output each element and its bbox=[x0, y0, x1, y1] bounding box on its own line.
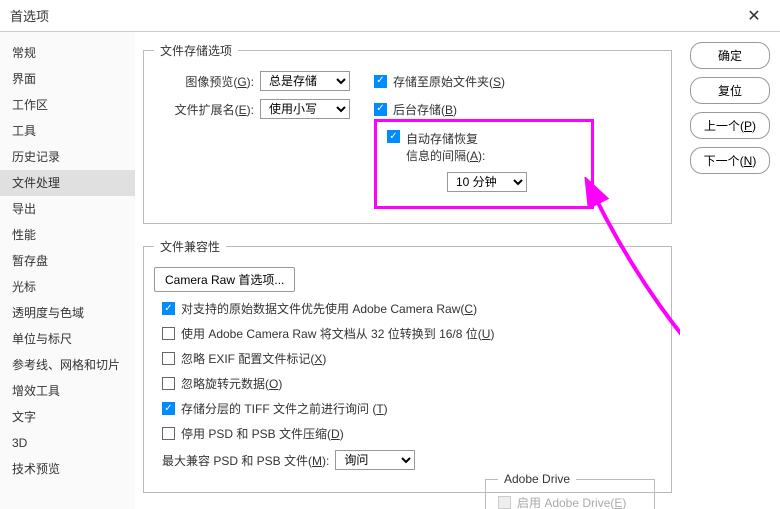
sidebar-item-4[interactable]: 历史记录 bbox=[0, 144, 135, 170]
sidebar-item-15[interactable]: 3D bbox=[0, 430, 135, 456]
image-preview-select[interactable]: 总是存储 bbox=[260, 71, 350, 91]
sidebar-item-11[interactable]: 单位与标尺 bbox=[0, 326, 135, 352]
ignore-rotation-checkbox[interactable] bbox=[162, 377, 175, 390]
save-original-folder-label: 存储至原始文件夹(S) bbox=[393, 73, 505, 90]
close-icon[interactable]: ✕ bbox=[738, 6, 770, 26]
enable-adobe-drive-label: 启用 Adobe Drive(E) bbox=[517, 494, 626, 509]
file-extension-label: 文件扩展名(E): bbox=[154, 101, 254, 118]
file-extension-select[interactable]: 使用小写 bbox=[260, 99, 350, 119]
sidebar-item-6[interactable]: 导出 bbox=[0, 196, 135, 222]
prefer-acr-label: 对支持的原始数据文件优先使用 Adobe Camera Raw(C) bbox=[181, 300, 477, 317]
ignore-exif-checkbox[interactable] bbox=[162, 352, 175, 365]
ask-layered-tiff-checkbox[interactable]: ✓ bbox=[162, 402, 175, 415]
disable-compression-checkbox[interactable] bbox=[162, 427, 175, 440]
sidebar-item-5[interactable]: 文件处理 bbox=[0, 170, 135, 196]
next-button[interactable]: 下一个(N) bbox=[690, 147, 770, 174]
auto-save-interval-select[interactable]: 10 分钟 bbox=[447, 172, 527, 192]
sidebar-item-13[interactable]: 增效工具 bbox=[0, 378, 135, 404]
auto-save-recovery-checkbox[interactable]: ✓ bbox=[387, 130, 400, 143]
image-preview-label: 图像预览(G): bbox=[154, 73, 254, 90]
sidebar: 常规界面工作区工具历史记录文件处理导出性能暂存盘光标透明度与色域单位与标尺参考线… bbox=[0, 32, 135, 509]
background-save-label: 后台存储(B) bbox=[393, 101, 457, 118]
sidebar-item-7[interactable]: 性能 bbox=[0, 222, 135, 248]
sidebar-item-0[interactable]: 常规 bbox=[0, 40, 135, 66]
main-panel: 文件存储选项 图像预览(G): 总是存储 ✓ 存储至原始文件夹(S) 文件扩展名… bbox=[135, 32, 680, 509]
camera-raw-prefs-button[interactable]: Camera Raw 首选项... bbox=[154, 267, 295, 292]
file-save-options-group: 文件存储选项 图像预览(G): 总是存储 ✓ 存储至原始文件夹(S) 文件扩展名… bbox=[143, 42, 672, 224]
save-original-folder-checkbox[interactable]: ✓ bbox=[374, 75, 387, 88]
auto-save-recovery-label: 自动存储恢复 信息的间隔(A): bbox=[406, 130, 485, 164]
sidebar-item-3[interactable]: 工具 bbox=[0, 118, 135, 144]
acr-32-to-16-checkbox[interactable] bbox=[162, 327, 175, 340]
prev-button[interactable]: 上一个(P) bbox=[690, 112, 770, 139]
ignore-rotation-label: 忽略旋转元数据(O) bbox=[181, 375, 282, 392]
background-save-checkbox[interactable]: ✓ bbox=[374, 103, 387, 116]
window-title: 首选项 bbox=[10, 6, 49, 25]
file-compatibility-group: 文件兼容性 Camera Raw 首选项... ✓ 对支持的原始数据文件优先使用 … bbox=[143, 238, 672, 493]
auto-save-highlight: ✓ 自动存储恢复 信息的间隔(A): 10 分钟 bbox=[374, 119, 594, 209]
enable-adobe-drive-checkbox bbox=[498, 496, 511, 509]
sidebar-item-1[interactable]: 界面 bbox=[0, 66, 135, 92]
max-compat-label: 最大兼容 PSD 和 PSB 文件(M): bbox=[162, 452, 329, 469]
sidebar-item-12[interactable]: 参考线、网格和切片 bbox=[0, 352, 135, 378]
sidebar-item-9[interactable]: 光标 bbox=[0, 274, 135, 300]
ignore-exif-label: 忽略 EXIF 配置文件标记(X) bbox=[181, 350, 326, 367]
reset-button[interactable]: 复位 bbox=[690, 77, 770, 104]
disable-compression-label: 停用 PSD 和 PSB 文件压缩(D) bbox=[181, 425, 344, 442]
acr-32-to-16-label: 使用 Adobe Camera Raw 将文档从 32 位转换到 16/8 位(… bbox=[181, 325, 494, 342]
file-compatibility-legend: 文件兼容性 bbox=[154, 238, 226, 255]
sidebar-item-14[interactable]: 文字 bbox=[0, 404, 135, 430]
ok-button[interactable]: 确定 bbox=[690, 42, 770, 69]
adobe-drive-group: Adobe Drive 启用 Adobe Drive(E) bbox=[485, 472, 655, 509]
max-compat-select[interactable]: 询问 bbox=[335, 450, 415, 470]
sidebar-item-16[interactable]: 技术预览 bbox=[0, 456, 135, 482]
sidebar-item-10[interactable]: 透明度与色域 bbox=[0, 300, 135, 326]
sidebar-item-8[interactable]: 暂存盘 bbox=[0, 248, 135, 274]
ask-layered-tiff-label: 存储分层的 TIFF 文件之前进行询问 (T) bbox=[181, 400, 388, 417]
right-buttons: 确定 复位 上一个(P) 下一个(N) bbox=[680, 32, 780, 509]
file-save-legend: 文件存储选项 bbox=[154, 42, 238, 59]
prefer-acr-checkbox[interactable]: ✓ bbox=[162, 302, 175, 315]
sidebar-item-2[interactable]: 工作区 bbox=[0, 92, 135, 118]
adobe-drive-legend: Adobe Drive bbox=[498, 472, 576, 486]
